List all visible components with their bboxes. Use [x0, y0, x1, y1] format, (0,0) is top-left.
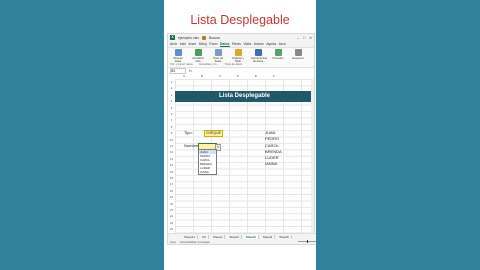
- ribbon-group[interactable]: Previsión: [271, 49, 285, 60]
- maximize-icon[interactable]: □: [303, 36, 305, 40]
- excel-logo-icon: X: [170, 35, 175, 40]
- tab-inser[interactable]: Inser: [188, 42, 196, 46]
- title-bar: X ejemplos.xlsx Buscar – □ ✕: [168, 34, 314, 41]
- window-title: ejemplos.xlsx: [178, 35, 200, 40]
- ribbon-group[interactable]: Actualizar todo: [191, 49, 205, 63]
- ribbon-group[interactable]: Herramientas de datos: [251, 49, 268, 63]
- accessibility-status[interactable]: Accesibilidad: investigar: [180, 240, 210, 244]
- datatools-icon: [254, 49, 262, 56]
- worksheet[interactable]: Lista Desplegable Tipo: CHEQUE Nombre: ▾…: [168, 74, 314, 233]
- zoom-slider[interactable]: [298, 240, 316, 243]
- column-header[interactable]: E: [247, 74, 265, 79]
- close-icon[interactable]: ✕: [309, 36, 312, 40]
- ribbon-group[interactable]: Ordenar y filtrar: [231, 49, 245, 63]
- validation-dropdown-list[interactable]: JUAN PEDRO CAROL BRENDA LUDER IANNA: [198, 149, 217, 175]
- tab-datos[interactable]: Datos: [219, 42, 230, 47]
- ribbon-group[interactable]: Esquema: [291, 49, 305, 60]
- dropdown-option[interactable]: IANNA: [199, 170, 216, 174]
- tab-inici[interactable]: Inici: [180, 42, 186, 46]
- tipo-label: Tipo:: [184, 130, 193, 135]
- sheet-banner: Lista Desplegable: [175, 91, 314, 102]
- ribbon-group[interactable]: Obtener datos: [171, 49, 185, 63]
- minimize-icon[interactable]: –: [297, 36, 299, 40]
- cell-grid[interactable]: [175, 79, 314, 233]
- search-box[interactable]: Buscar: [209, 36, 220, 40]
- outline-icon: [294, 49, 302, 56]
- vertical-scrollbar[interactable]: [311, 79, 314, 233]
- tab-revis[interactable]: Revis: [232, 42, 241, 46]
- tab-ayuda[interactable]: Ayuda: [266, 42, 276, 46]
- fx-icon[interactable]: fx: [189, 69, 192, 73]
- ribbon-group-label: Herramientas de datos: [251, 57, 268, 63]
- ribbon-group-label: Actualizar todo: [192, 57, 204, 63]
- datatype-icon: [214, 49, 222, 56]
- autosave-icon[interactable]: [202, 35, 207, 40]
- name-cell[interactable]: PEDRO: [265, 136, 282, 142]
- tipo-value-cell[interactable]: CHEQUE: [204, 130, 223, 137]
- ribbon-group-captions: Obt. y transf. datos Consultas y co... Tip…: [170, 63, 312, 66]
- status-bar: Listo Accesibilidad: investigar: [168, 239, 316, 244]
- column-header[interactable]: F: [265, 74, 283, 79]
- ribbon-group-caption: Obt. y transf. datos: [170, 63, 193, 66]
- tab-vista[interactable]: Vista: [243, 42, 251, 46]
- names-list: JUAN PEDRO CAROL BRENDA LUDER IANNA: [265, 130, 282, 168]
- ribbon-group-label: Previsión: [272, 57, 284, 60]
- ribbon-group-caption: Tipos de datos: [224, 63, 243, 66]
- ribbon-group-label: Tipos de datos: [212, 57, 224, 63]
- tab-acro[interactable]: Acro: [279, 42, 286, 46]
- ribbon-group-label: Obtener datos: [173, 57, 183, 63]
- video-title: Lista Desplegable: [190, 13, 290, 27]
- column-header[interactable]: A: [175, 74, 193, 79]
- ribbon-group[interactable]: Tipos de datos: [211, 49, 225, 63]
- video-frame: Lista Desplegable X ejemplos.xlsx Buscar…: [164, 0, 316, 270]
- name-cell[interactable]: IANNA: [265, 161, 282, 167]
- filter-icon: [234, 49, 242, 56]
- status-text: Listo: [170, 239, 176, 244]
- row-header[interactable]: 24: [168, 226, 175, 232]
- tab-autom[interactable]: Autom: [254, 42, 264, 46]
- column-header[interactable]: C: [211, 74, 229, 79]
- ribbon-group-caption: Consultas y co...: [198, 63, 219, 66]
- refresh-icon: [194, 49, 202, 56]
- ribbon-group-label: Ordenar y filtrar: [232, 57, 244, 63]
- window-controls: – □ ✕: [297, 36, 312, 40]
- forecast-icon: [274, 49, 282, 56]
- tab-form[interactable]: Form: [209, 42, 217, 46]
- tab-dibuj[interactable]: Dibuj: [199, 42, 207, 46]
- database-icon: [174, 49, 182, 56]
- ribbon: Obt. y transf. datos Consultas y co... Tip…: [168, 47, 314, 68]
- ribbon-group-label: Esquema: [292, 57, 304, 60]
- tab-arch[interactable]: Arch: [170, 42, 177, 46]
- column-header[interactable]: D: [229, 74, 247, 79]
- zoom-thumb[interactable]: [307, 240, 308, 243]
- column-header[interactable]: B: [193, 74, 211, 79]
- excel-window: X ejemplos.xlsx Buscar – □ ✕ Arch Inici In…: [167, 33, 316, 245]
